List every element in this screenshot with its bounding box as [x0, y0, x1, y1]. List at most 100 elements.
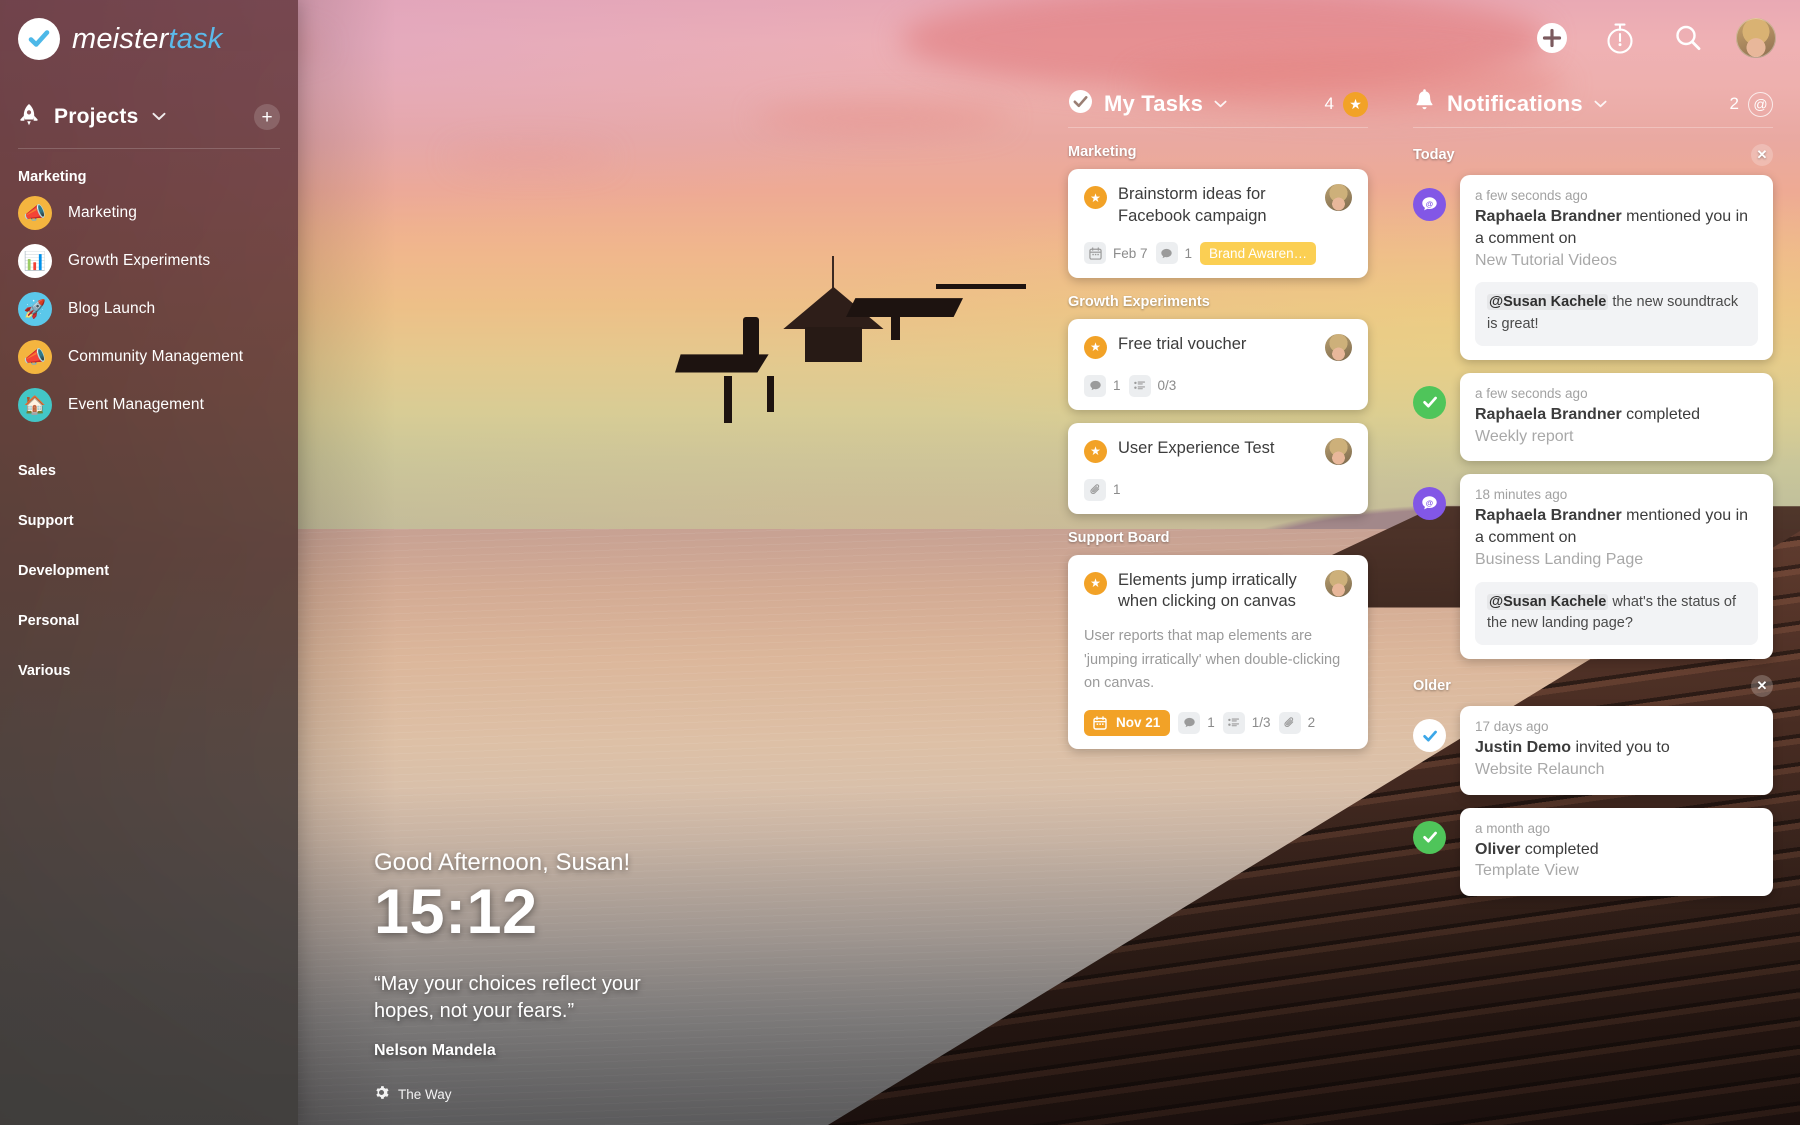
task-tag[interactable]: Brand Awaren…: [1200, 241, 1317, 265]
notification-group-label: Older: [1413, 678, 1451, 694]
theme-selector[interactable]: The Way: [374, 1085, 704, 1103]
task-section-support-board: Support Board: [1068, 529, 1170, 546]
notification-time: a few seconds ago: [1475, 188, 1588, 203]
notifications-header[interactable]: Notifications 2 @: [1413, 84, 1773, 124]
brand-name-first: meister: [72, 22, 169, 55]
avatar: [1736, 18, 1776, 58]
sidebar-item-blog-launch[interactable]: 🚀 Blog Launch: [0, 285, 298, 333]
task-meta: Feb 7 1 Brand Awaren…: [1084, 241, 1352, 265]
notification-card: a few seconds ago Raphaela Brandner ment…: [1460, 175, 1773, 360]
notification-card: 18 minutes ago Raphaela Brandner mention…: [1460, 474, 1773, 659]
sidebar-group-sales[interactable]: Sales: [0, 463, 298, 479]
search-icon[interactable]: [1668, 18, 1708, 58]
chevron-down-icon[interactable]: [1214, 95, 1227, 113]
due-date-chip: Feb 7: [1084, 242, 1148, 265]
sidebar-group-development[interactable]: Development: [0, 563, 298, 579]
notification-object[interactable]: Website Relaunch: [1475, 759, 1758, 781]
greeting-salutation: Good Afternoon, Susan!: [374, 848, 631, 876]
task-card[interactable]: ★ Elements jump irratically when clickin…: [1068, 554, 1368, 749]
notification-object[interactable]: Template View: [1475, 860, 1758, 882]
task-card[interactable]: ★ User Experience Test 1: [1068, 422, 1368, 514]
chevron-down-icon[interactable]: [1594, 95, 1607, 113]
notification-item[interactable]: @ 18 minutes ago Raphaela Brandner menti…: [1413, 474, 1773, 659]
sidebar-item-growth-experiments[interactable]: 📊 Growth Experiments: [0, 237, 298, 285]
notification-item[interactable]: a few seconds ago Raphaela Brandner comp…: [1413, 372, 1773, 462]
notification-actor: Justin Demo: [1475, 739, 1572, 756]
comment-count: 1: [1184, 245, 1193, 261]
due-date-label: Nov 21: [1116, 715, 1161, 731]
close-icon[interactable]: ✕: [1751, 144, 1773, 166]
due-date-pill[interactable]: Nov 21: [1084, 709, 1171, 736]
projects-label: Projects: [54, 105, 139, 128]
star-icon[interactable]: ★: [1084, 439, 1107, 463]
task-meta: 1 0/3: [1084, 374, 1352, 397]
attachment-count: 2: [1307, 715, 1316, 731]
notification-object[interactable]: Business Landing Page: [1475, 549, 1758, 571]
stopwatch-icon[interactable]: [1600, 18, 1640, 58]
sidebar-divider: [18, 148, 280, 149]
check-icon: [1413, 820, 1446, 854]
sidebar-group-personal[interactable]: Personal: [0, 613, 298, 629]
sidebar-group-support[interactable]: Support: [0, 513, 298, 529]
notification-card: 17 days ago Justin Demo invited you to W…: [1460, 706, 1773, 795]
my-tasks-rule: [1068, 127, 1368, 128]
notification-quote: @Susan Kachele the new soundtrack is gre…: [1475, 282, 1758, 346]
my-tasks-count: 4: [1324, 94, 1334, 113]
attachment-chip: 2: [1278, 711, 1316, 734]
projects-header[interactable]: Projects +: [0, 100, 298, 134]
notification-item[interactable]: 17 days ago Justin Demo invited you to W…: [1413, 706, 1773, 795]
notification-item[interactable]: @ a few seconds ago Raphaela Brandner me…: [1413, 175, 1773, 360]
svg-text:@: @: [1426, 199, 1433, 208]
profile-avatar[interactable]: [1736, 18, 1776, 58]
add-project-button[interactable]: +: [254, 104, 280, 130]
star-icon[interactable]: ★: [1084, 571, 1107, 595]
task-card-top: ★ Elements jump irratically when clickin…: [1084, 569, 1352, 614]
close-icon[interactable]: ✕: [1751, 675, 1773, 697]
comment-icon: [1155, 242, 1178, 265]
paperclip-icon: [1084, 478, 1106, 501]
greeting-widget: Good Afternoon, Susan! 15:12 “May your c…: [374, 849, 704, 1103]
attachment-chip: 1: [1084, 478, 1121, 501]
comment-chip: 1: [1178, 711, 1215, 734]
notification-object[interactable]: New Tutorial Videos: [1475, 250, 1758, 272]
megaphone-icon: 📣: [18, 340, 52, 374]
star-icon[interactable]: ★: [1084, 186, 1107, 209]
check-circle-icon: [1068, 89, 1093, 119]
notification-card: a month ago Oliver completed Template Vi…: [1460, 807, 1773, 896]
notification-item[interactable]: a month ago Oliver completed Template Vi…: [1413, 807, 1773, 896]
sidebar-item-marketing[interactable]: 📣 Marketing: [0, 189, 298, 237]
my-tasks-header[interactable]: My Tasks 4 ★: [1068, 84, 1368, 124]
sidebar-group-various[interactable]: Various: [0, 663, 298, 679]
clock-display: 15:12: [374, 876, 538, 947]
star-icon[interactable]: ★: [1084, 335, 1107, 359]
notification-object[interactable]: Weekly report: [1475, 426, 1758, 448]
app-logo[interactable]: meistertask: [0, 0, 298, 60]
assignee-avatar[interactable]: [1325, 333, 1352, 361]
notification-group-today: Today ✕: [1413, 144, 1773, 166]
task-title: Free trial voucher: [1118, 334, 1247, 353]
task-card[interactable]: ★ Free trial voucher 1 0/3: [1068, 318, 1368, 410]
rocket-icon: [18, 103, 40, 132]
notification-actor: Raphaela Brandner: [1475, 208, 1622, 225]
house-icon: 🏠: [18, 388, 52, 422]
chevron-down-icon[interactable]: [152, 108, 166, 126]
sidebar-item-community-management[interactable]: 📣 Community Management: [0, 333, 298, 381]
assignee-avatar[interactable]: [1325, 569, 1352, 597]
comment-icon: [1178, 711, 1201, 734]
at-icon: @: [1748, 91, 1773, 117]
rocket-icon: 🚀: [18, 292, 52, 326]
notification-action: invited you to: [1571, 739, 1670, 756]
add-button[interactable]: [1532, 18, 1572, 58]
comment-count: 1: [1207, 715, 1215, 731]
quote-mention: @Susan Kachele: [1487, 593, 1609, 610]
mention-icon: @: [1413, 188, 1446, 221]
assignee-avatar[interactable]: [1325, 437, 1352, 465]
check-icon: [18, 18, 60, 60]
check-icon: [1413, 719, 1446, 752]
assignee-avatar[interactable]: [1325, 184, 1352, 211]
checklist-icon: [1128, 374, 1151, 397]
notifications-count-badge: 2 @: [1730, 91, 1773, 117]
task-card[interactable]: ★ Brainstorm ideas for Facebook campaign…: [1068, 169, 1368, 278]
sidebar-group-marketing[interactable]: Marketing: [0, 169, 298, 185]
sidebar-item-event-management[interactable]: 🏠 Event Management: [0, 381, 298, 429]
